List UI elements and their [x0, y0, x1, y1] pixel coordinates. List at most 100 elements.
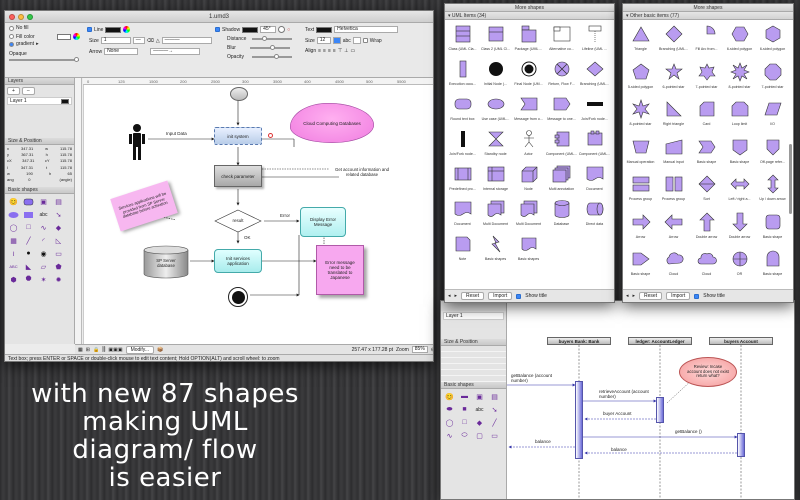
arrow-field[interactable]: None: [104, 48, 139, 55]
end-node[interactable]: [228, 287, 248, 307]
uml-library-item[interactable]: Component (UML...: [578, 126, 611, 161]
sp-server-database[interactable]: SP Server database: [142, 245, 190, 279]
line-style-field[interactable]: —: [132, 37, 145, 44]
align-center-icon[interactable]: ≡: [323, 48, 326, 54]
uml-library-item[interactable]: Join/Fork node...: [578, 91, 611, 126]
uml-library-item[interactable]: Note: [446, 231, 479, 266]
zoom-field[interactable]: 85%: [411, 346, 428, 353]
uml-library-item[interactable]: Execution occu...: [446, 56, 479, 91]
align-left-icon[interactable]: ≡: [318, 48, 321, 54]
burst-shape[interactable]: ✹: [52, 274, 65, 285]
layer-color-swatch[interactable]: [61, 98, 69, 104]
uml-library-item[interactable]: Multi Document: [479, 196, 512, 231]
shadow-opacity-slider[interactable]: [251, 54, 292, 59]
uml-library-item[interactable]: Use case (UML...: [479, 91, 512, 126]
basic-library-item[interactable]: 6-sided polygon: [756, 21, 789, 59]
snap-icon[interactable]: ⊞: [86, 347, 90, 353]
basic-reset-button[interactable]: Reset: [639, 292, 663, 300]
line-shape[interactable]: ╱: [22, 235, 35, 246]
s2-ellipse-shape[interactable]: ⬬: [443, 404, 456, 415]
gradient-radio[interactable]: [9, 41, 14, 47]
s2-ring-shape[interactable]: ◯: [443, 417, 456, 428]
s2-box-shape[interactable]: □: [458, 417, 471, 428]
basic-library-item[interactable]: 5-sided polygon: [624, 59, 657, 97]
right-triangle-shape[interactable]: ◣: [22, 261, 35, 272]
basic-library-item[interactable]: Basic shape: [756, 209, 789, 247]
uml-library-item[interactable]: Return, Flow F...: [545, 56, 578, 91]
zoom-window-button[interactable]: [27, 14, 33, 20]
basic-library-item[interactable]: I/O: [756, 96, 789, 134]
line-pattern-field[interactable]: ———: [161, 37, 212, 44]
s2-rect-shape[interactable]: ▬: [458, 391, 471, 402]
uml-library-item[interactable]: Multi Document: [512, 196, 545, 231]
uml-show-title-checkbox[interactable]: [516, 293, 522, 299]
add-layer-button[interactable]: +: [7, 87, 20, 95]
basic-library-item[interactable]: 8-pointed star: [624, 96, 657, 134]
image-shape[interactable]: ▤: [52, 196, 65, 207]
gradient-arrow-icon[interactable]: ▸: [36, 41, 39, 47]
basic-library-item[interactable]: 6-pointed star: [657, 59, 690, 97]
text-size-field[interactable]: 12: [316, 37, 331, 44]
uml-library-item[interactable]: Message from o...: [512, 91, 545, 126]
basic-library-item[interactable]: 7-pointed star: [756, 59, 789, 97]
basic-library-item[interactable]: Loop limit: [723, 96, 756, 134]
basic-library-item[interactable]: Basic shape: [624, 246, 657, 284]
drawing-canvas[interactable]: Input Data init system Cloud Computing D…: [83, 85, 433, 344]
basic-next-icon[interactable]: ▸: [633, 293, 636, 299]
s2-cube-shape[interactable]: ▣: [473, 391, 486, 402]
basic-library-item[interactable]: 6-sided polygon: [723, 21, 756, 59]
basic-scrollbar[interactable]: [789, 144, 792, 214]
uml-library-item[interactable]: Document: [446, 196, 479, 231]
font-field[interactable]: Helvetica: [334, 26, 399, 33]
basic-library-item[interactable]: 7-pointed star: [690, 59, 723, 97]
basic-library-item[interactable]: Manual input: [657, 134, 690, 172]
valign-mid-icon[interactable]: ⊥: [344, 48, 348, 54]
check-parameter-node[interactable]: check parameter: [214, 165, 262, 187]
uml-library-item[interactable]: Actor: [512, 126, 545, 161]
actor-figure[interactable]: [128, 123, 146, 163]
basic-library-item[interactable]: Basic shape: [723, 134, 756, 172]
uml-prev-icon[interactable]: ◂: [448, 293, 451, 299]
uml-library-item[interactable]: Package (UML ...: [512, 21, 545, 56]
line-checkbox[interactable]: [87, 27, 92, 32]
uml-library-item[interactable]: Message to one...: [545, 91, 578, 126]
error-note[interactable]: Error message need to be translated to J…: [316, 245, 364, 295]
arc-shape[interactable]: ◜: [37, 235, 50, 246]
basic-library-item[interactable]: Double arrow: [723, 209, 756, 247]
valign-top-icon[interactable]: ⊤: [338, 48, 342, 54]
basic-library-item[interactable]: Sort: [690, 171, 723, 209]
circle-shape[interactable]: ●: [22, 248, 35, 259]
s2-wave-shape[interactable]: ∿: [443, 430, 456, 441]
review-note[interactable]: Review: Incase account does not exist re…: [679, 357, 737, 387]
second-layer-row[interactable]: Layer 1: [443, 312, 504, 320]
activation-ledger[interactable]: [656, 397, 664, 423]
text-bg-field[interactable]: [352, 37, 361, 44]
basic-library-item[interactable]: Basic shape: [690, 134, 723, 172]
rounded-rect-shape[interactable]: [22, 196, 35, 207]
basic-library-item[interactable]: Left / right a...: [723, 171, 756, 209]
lifeline-ledger[interactable]: ledger: AccountLedger: [628, 337, 692, 345]
uml-library-item[interactable]: Database: [545, 196, 578, 231]
angle-value[interactable]: 0: [28, 177, 30, 183]
emoji-shape[interactable]: 😊: [7, 196, 20, 207]
s2-rounded-shape[interactable]: ▢: [473, 430, 486, 441]
basic-library-item[interactable]: Fill Arc from...: [690, 21, 723, 59]
uml-library-item[interactable]: Class (UML Cla...: [446, 21, 479, 56]
basic-library-item[interactable]: Double arrow: [690, 209, 723, 247]
uml-library-item[interactable]: Predefined pro...: [446, 161, 479, 196]
text-size-stepper[interactable]: [332, 37, 341, 44]
opacity-slider[interactable]: [9, 57, 79, 62]
s2-image-shape[interactable]: ▤: [488, 391, 501, 402]
abc-shape[interactable]: ABC: [7, 261, 20, 272]
s2-pill-shape[interactable]: ▭: [488, 430, 501, 441]
basic-import-button[interactable]: Import: [666, 292, 691, 300]
minimize-window-button[interactable]: [18, 14, 24, 20]
target-shape[interactable]: ◉: [37, 248, 50, 259]
square-shape[interactable]: □: [22, 222, 35, 233]
activation-bank[interactable]: [575, 381, 583, 459]
uml-library-item[interactable]: Final Node (UM...: [512, 56, 545, 91]
uml-next-icon[interactable]: ▸: [455, 293, 458, 299]
uml-library-item[interactable]: Component (UML...: [545, 126, 578, 161]
basic-library-item[interactable]: Arrow: [624, 209, 657, 247]
uml-library-item[interactable]: Direct data: [578, 196, 611, 231]
